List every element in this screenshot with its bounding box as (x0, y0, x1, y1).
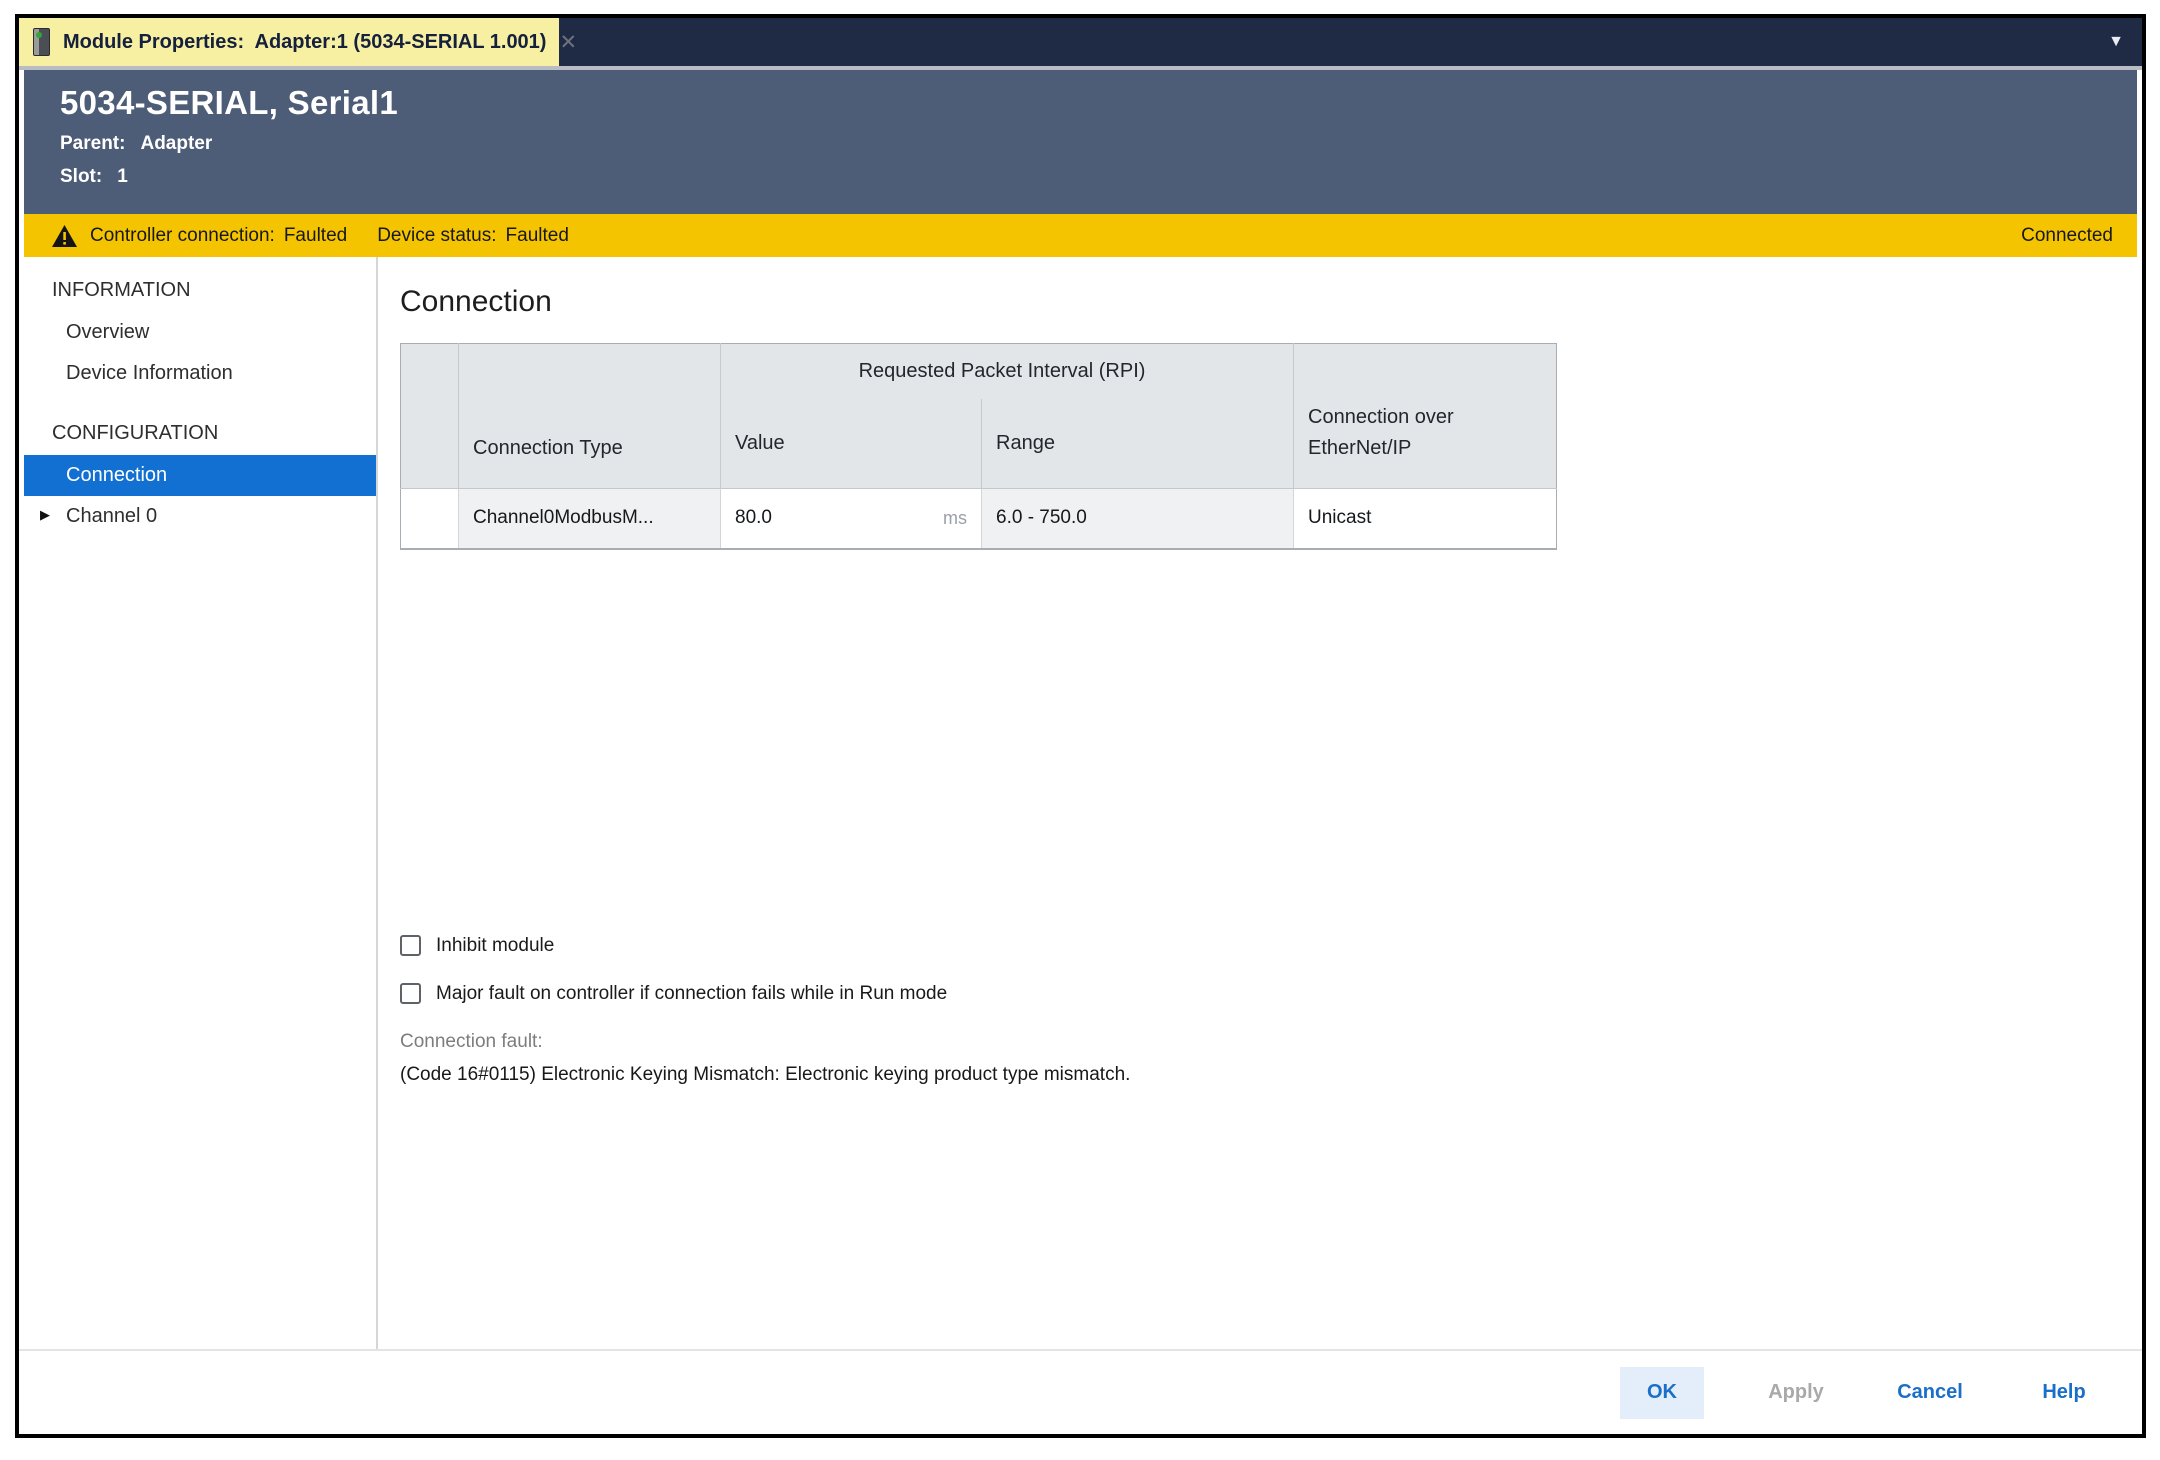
connection-over-ethernetip-cell[interactable]: Unicast (1294, 489, 1557, 549)
sidebar-item-channel-0-label: Channel 0 (66, 505, 157, 527)
sidebar-item-overview[interactable]: Overview (24, 312, 376, 353)
row-selector-header (401, 344, 459, 489)
help-button[interactable]: Help (2022, 1367, 2106, 1419)
slot-label: Slot: (60, 166, 102, 187)
apply-button[interactable]: Apply (1754, 1367, 1838, 1419)
column-group-rpi: Requested Packet Interval (RPI) (721, 344, 1294, 399)
module-header: 5034-SERIAL, Serial1 Parent: Adapter Slot… (24, 70, 2137, 214)
inhibit-module-label: Inhibit module (436, 935, 554, 957)
sidebar-item-connection[interactable]: Connection (24, 455, 376, 496)
section-title: Connection (400, 285, 2142, 319)
rpi-range-cell: 6.0 - 750.0 (982, 489, 1294, 549)
slot-value: 1 (117, 166, 128, 187)
device-status-label: Device status: (377, 225, 496, 247)
column-header-range: Range (982, 399, 1294, 489)
module-status-led (36, 32, 42, 38)
expand-triangle-icon[interactable]: ▶ (40, 507, 50, 523)
checkbox-group: Inhibit module Major fault on controller… (400, 935, 2142, 1005)
connection-fault-label: Connection fault: (400, 1031, 2142, 1053)
rpi-value[interactable]: 80.0 (735, 507, 772, 529)
main-panel: Connection Connection Type Requested Pac… (378, 257, 2142, 1349)
parent-row: Parent: Adapter (60, 133, 2137, 155)
tab-bar: Module Properties: Adapter:1 (5034-SERIA… (19, 18, 2142, 66)
table-row: Channel0ModbusM... 80.0 ms 6.0 - 750.0 U… (401, 489, 1557, 549)
rpi-unit: ms (943, 508, 967, 529)
major-fault-label: Major fault on controller if connection … (436, 983, 947, 1005)
sidebar-item-device-information[interactable]: Device Information (24, 353, 376, 394)
parent-label: Parent: (60, 133, 125, 154)
warning-icon (52, 225, 77, 247)
sidebar: INFORMATION Overview Device Information … (24, 257, 376, 1349)
connection-table: Connection Type Requested Packet Interva… (400, 343, 1557, 550)
slot-row: Slot: 1 (60, 166, 2137, 188)
status-bar: Controller connection: Faulted Device st… (24, 214, 2137, 257)
module-properties-window: Module Properties: Adapter:1 (5034-SERIA… (15, 14, 2146, 1438)
sidebar-item-channel-0[interactable]: ▶ Channel 0 (24, 496, 376, 537)
column-header-connection-over-ethernetip: Connection over EtherNet/IP (1294, 344, 1557, 489)
connection-fault-message: (Code 16#0115) Electronic Keying Mismatc… (400, 1064, 2142, 1086)
device-status-value: Faulted (506, 225, 569, 247)
rpi-value-cell[interactable]: 80.0 ms (721, 489, 982, 549)
sidebar-section-information: INFORMATION (24, 269, 376, 312)
inhibit-module-row: Inhibit module (400, 935, 2142, 957)
connection-type-cell: Channel0ModbusM... (459, 489, 721, 549)
column-header-connection-type: Connection Type (459, 344, 721, 489)
major-fault-row: Major fault on controller if connection … (400, 983, 2142, 1005)
sidebar-gap (24, 394, 376, 412)
cancel-button[interactable]: Cancel (1888, 1367, 1972, 1419)
parent-value: Adapter (140, 133, 212, 154)
content-area: INFORMATION Overview Device Information … (24, 257, 2142, 1349)
footer-button-bar: OK Apply Cancel Help (19, 1351, 2142, 1434)
column-header-value: Value (721, 399, 982, 489)
module-icon (33, 28, 50, 56)
sidebar-section-configuration: CONFIGURATION (24, 412, 376, 455)
close-icon[interactable]: ✕ (559, 32, 577, 53)
connection-status-badge: Connected (2021, 225, 2113, 247)
tab-module-properties[interactable]: Module Properties: Adapter:1 (5034-SERIA… (19, 18, 559, 66)
inhibit-module-checkbox[interactable] (400, 935, 421, 956)
row-selector-cell[interactable] (401, 489, 459, 549)
tab-title: Module Properties: Adapter:1 (5034-SERIA… (63, 31, 546, 54)
page-title: 5034-SERIAL, Serial1 (60, 84, 2137, 122)
controller-connection-value: Faulted (284, 225, 347, 247)
chevron-down-icon[interactable]: ▼ (2108, 33, 2142, 51)
controller-connection-label: Controller connection: (90, 225, 275, 247)
major-fault-checkbox[interactable] (400, 983, 421, 1004)
ok-button[interactable]: OK (1620, 1367, 1704, 1419)
